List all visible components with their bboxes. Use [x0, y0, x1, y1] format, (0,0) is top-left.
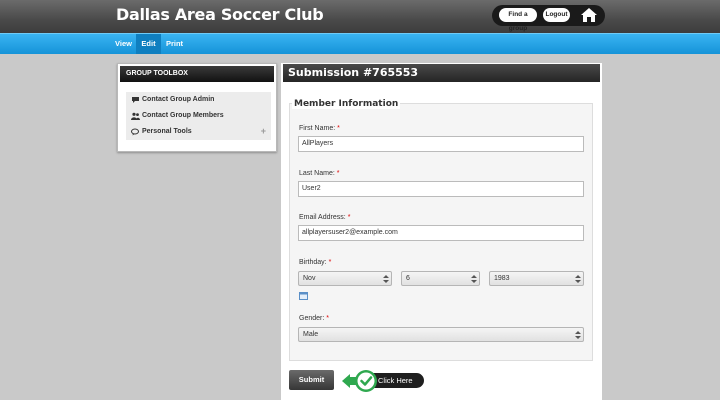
tab-print[interactable]: Print [161, 34, 188, 54]
sidebar-item-personal-tools[interactable]: Personal Tools + [126, 124, 271, 140]
site-title[interactable]: Dallas Area Soccer Club [116, 5, 324, 24]
birthday-day-value: 6 [406, 275, 410, 282]
home-icon[interactable] [581, 8, 597, 22]
group-toolbox: GROUP TOOLBOX Contact Group Admin Contac… [117, 63, 277, 152]
required-marker: * [328, 259, 332, 266]
sidebar-item-label: Contact Group Members [142, 112, 224, 119]
last-name-label: Last Name: * [299, 170, 340, 177]
email-field[interactable]: allplayersuser2@example.com [298, 225, 584, 241]
expand-plus-icon[interactable]: + [261, 126, 266, 136]
birthday-month-value: Nov [303, 275, 316, 282]
tab-edit[interactable]: Edit [136, 34, 161, 54]
required-marker: * [337, 125, 340, 132]
top-header: Dallas Area Soccer Club Find a group Log… [0, 0, 720, 33]
submit-button[interactable]: Submit [289, 370, 334, 390]
gender-label-text: Gender: [299, 315, 325, 322]
page-title: Submission #765553 [283, 64, 600, 82]
check-arrow-icon [342, 370, 377, 392]
birthday-day-select[interactable]: 6 [401, 271, 480, 286]
click-here-callout: Click Here [342, 369, 424, 393]
email-label-text: Email Address: [299, 214, 346, 221]
sidebar-item-contact-members[interactable]: Contact Group Members [126, 108, 271, 124]
users-icon [131, 112, 140, 120]
select-arrows-icon [575, 331, 581, 339]
submission-panel: Submission #765553 Member Information Fi… [281, 63, 602, 400]
required-marker: * [326, 315, 330, 322]
sidebar-item-contact-admin[interactable]: Contact Group Admin [126, 92, 271, 108]
first-name-label: First Name: * [299, 125, 340, 132]
birthday-label: Birthday: * [299, 259, 331, 266]
gender-select[interactable]: Male [298, 327, 584, 342]
speech-bubble-icon [132, 97, 139, 103]
birthday-year-select[interactable]: 1983 [489, 271, 584, 286]
last-name-label-text: Last Name: [299, 170, 335, 177]
first-name-field[interactable]: AllPlayers [298, 136, 584, 152]
sidebar-item-label: Personal Tools [142, 128, 192, 135]
required-marker: * [347, 214, 351, 221]
calendar-icon[interactable] [299, 292, 308, 300]
select-arrows-icon [383, 275, 389, 283]
tab-view[interactable]: View [111, 34, 136, 54]
logout-button[interactable]: Logout [543, 8, 570, 22]
action-nav: View Edit Print [0, 33, 720, 54]
group-toolbox-title: GROUP TOOLBOX [120, 66, 274, 82]
first-name-label-text: First Name: [299, 125, 336, 132]
gender-label: Gender: * [299, 315, 329, 322]
sidebar-item-label: Contact Group Admin [142, 96, 215, 103]
email-label: Email Address: * [299, 214, 350, 221]
birthday-year-value: 1983 [494, 275, 510, 282]
select-arrows-icon [471, 275, 477, 283]
header-actions: Find a group Logout [492, 5, 605, 32]
last-name-field[interactable]: User2 [298, 181, 584, 197]
find-group-button[interactable]: Find a group [499, 8, 537, 32]
birthday-label-text: Birthday: [299, 259, 327, 266]
select-arrows-icon [575, 275, 581, 283]
gender-value: Male [303, 331, 319, 338]
chat-icon [131, 128, 139, 136]
fieldset-legend: Member Information [292, 99, 401, 109]
birthday-month-select[interactable]: Nov [298, 271, 392, 286]
required-marker: * [336, 170, 340, 177]
